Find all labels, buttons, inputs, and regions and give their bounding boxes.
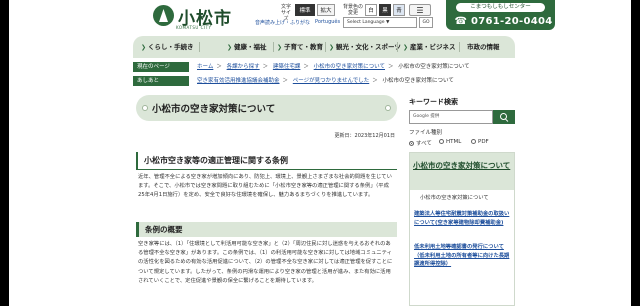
bg-white-button[interactable]: 白 (365, 4, 377, 16)
font-standard-button[interactable]: 標準 (295, 4, 315, 16)
filetype-radio-all[interactable]: すべて (409, 139, 432, 147)
breadcrumb-housing-division[interactable]: 建築住宅課 (273, 64, 301, 70)
call-center-box[interactable]: こまつもしもしセンター ☎ 0761-20-0404 (446, 0, 555, 30)
related-item-link[interactable]: 低未利用土地等確認書の発行について（低未利用土地の所有者等に向けた長期譲渡所得控… (414, 243, 512, 269)
filetype-radio-html[interactable]: HTML (439, 139, 461, 145)
breadcrumb-current: 小松市の空き家対策について (398, 64, 470, 70)
logo-subtext: KOMATSU CITY (176, 25, 212, 30)
page: 小松市 KOMATSU CITY 文字 サイズ 標準 拡大 背景色の 変更 白 黒 … (9, 0, 631, 306)
portuguese-link[interactable]: Português (315, 19, 340, 25)
nav-item-living[interactable]: ❯ くらし・手続き (141, 36, 194, 58)
page-title: 小松市の空き家対策について (136, 95, 397, 121)
related-item-link[interactable]: 建築法人等住宅耐震対策補助金の取扱いについて(空き家等建物除却費補助金) (414, 210, 512, 227)
history-current: 小松市の空き家対策について (382, 78, 454, 84)
nav-item-citygov[interactable]: 市政の情報 (467, 36, 500, 58)
nav-item-health[interactable]: ❯ 健康・福祉 (227, 36, 267, 58)
history-trail: あしあと 空き家有効活用推進協議会補助金＞ ページが見つかりませんでした＞ 小松… (133, 76, 515, 86)
breadcrumb-departments[interactable]: 各課から探す (227, 64, 260, 70)
history-link[interactable]: ページが見つかりませんでした (293, 78, 369, 84)
breadcrumb: 現在のページ ホーム＞ 各課から探す＞ 建築住宅課＞ 小松市の空き家対策について… (133, 62, 515, 72)
nav-item-childcare[interactable]: ❯ 子育て・教育 (277, 36, 323, 58)
search-icon[interactable] (493, 110, 515, 124)
main-content: 小松市の空き家対策について 更新日：2023年12月01日 小松市空き家等の適正… (133, 95, 397, 306)
related-pages-box: 小松市の空き家対策について 小松市の空き家対策について 建築法人等住宅耐震対策補… (409, 152, 515, 306)
nav-item-business[interactable]: ❯ 産業・ビジネス (403, 36, 456, 58)
breadcrumb-parent[interactable]: 小松市の空き家対策について (314, 64, 385, 70)
language-select[interactable]: Select Language ▼ (343, 17, 417, 28)
bg-black-button[interactable]: 黒 (379, 4, 391, 16)
section-body-overview: 空き家等には、（1）「住環境として利活用可能な空き家」と（2）「周辺住民に対し迷… (138, 241, 393, 284)
updated-date: 更新日：2023年12月01日 (334, 133, 395, 139)
chevron-right-icon: ❯ (329, 44, 335, 51)
related-title[interactable]: 小松市の空き家対策について (410, 153, 514, 190)
filetype-radio-pdf[interactable]: PDF (471, 139, 489, 145)
section-heading-overview: 条例の概要 (136, 222, 397, 237)
site-logo[interactable]: 小松市 KOMATSU CITY (153, 4, 239, 32)
call-center-label: こまつもしもしセンター (456, 3, 545, 12)
chevron-right-icon: ❯ (141, 44, 147, 51)
filetype-title: ファイル種別 (409, 130, 443, 136)
nav-item-tourism[interactable]: ❯ 観光・文化・スポーツ (329, 36, 401, 58)
chevron-right-icon: ❯ (403, 44, 409, 51)
keyword-search-title: キーワード検索 (409, 98, 458, 106)
global-nav: ❯ くらし・手続き ❯ 健康・福祉 ❯ 子育て・教育 ❯ 観光・文化・スポーツ ❯ 産業・… (133, 36, 515, 58)
bg-color-label: 背景色の 変更 (343, 4, 364, 16)
history-link[interactable]: 空き家有効活用推進協議会補助金 (197, 78, 280, 84)
city-emblem-icon (153, 5, 174, 26)
menu-icon[interactable]: ☰ (409, 4, 431, 16)
furigana-link[interactable]: 音声読み上げ・ふりがな (255, 19, 310, 26)
history-tag: あしあと (133, 76, 189, 86)
section-heading-ordinance: 小松市空き家等の適正管理に関する条例 (136, 152, 397, 170)
current-page-tag: 現在のページ (133, 62, 189, 72)
chevron-right-icon: ❯ (277, 44, 283, 51)
chevron-right-icon: ❯ (227, 44, 233, 51)
language-go-button[interactable]: GO (419, 17, 433, 28)
section-body-ordinance: 近年、管理不全による空き家が増加傾向にあり、防犯上、環境上、景観上さまざまな社会… (138, 174, 392, 199)
related-item-current: 小松市の空き家対策について (420, 195, 489, 201)
call-center-tel: ☎ 0761-20-0404 (454, 16, 553, 27)
breadcrumb-home[interactable]: ホーム (197, 64, 213, 70)
font-large-button[interactable]: 拡大 (317, 4, 335, 16)
search-input[interactable]: Google 提供 (409, 110, 493, 124)
bg-blue-button[interactable]: 青 (393, 4, 405, 16)
